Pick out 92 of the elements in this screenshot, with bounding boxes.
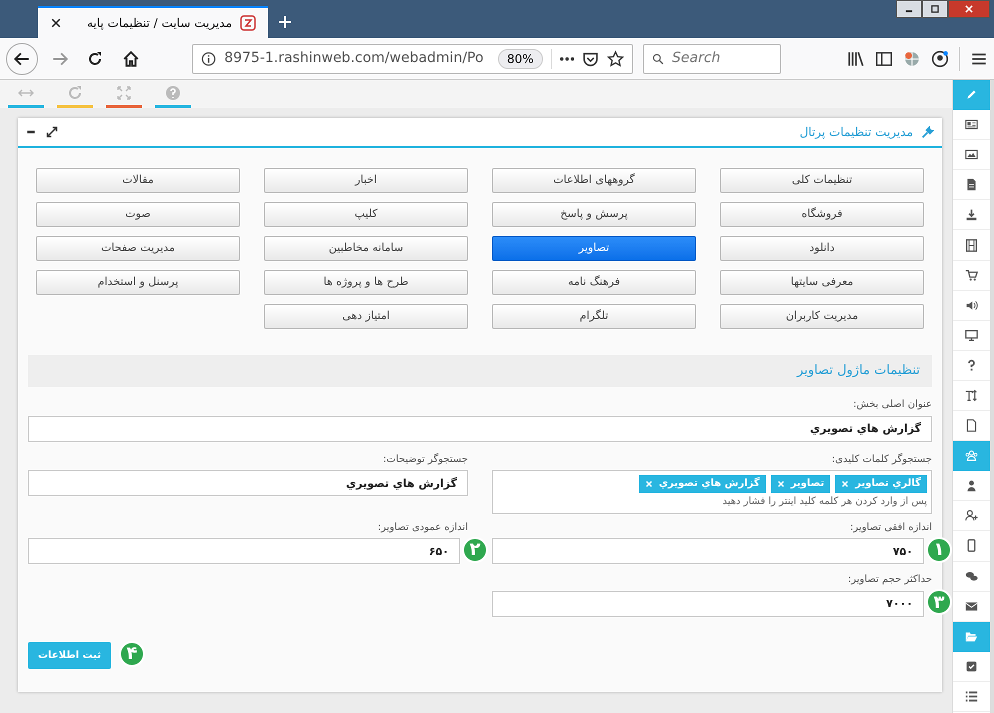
download-icon: [965, 208, 978, 222]
film-icon: [965, 238, 978, 252]
cart-icon: [965, 268, 978, 282]
folder-icon: [965, 630, 978, 643]
module-button[interactable]: تلگرام: [492, 304, 696, 329]
monitor-icon: [965, 328, 978, 342]
search-input[interactable]: Search: [672, 48, 772, 69]
browser-tab[interactable]: مدیریت سایت / تنظیمات پایه: [38, 6, 268, 38]
close-icon: [964, 4, 974, 14]
step-marker: ۱: [926, 536, 952, 562]
plus-icon: [277, 14, 293, 30]
module-button[interactable]: فروشگاه: [720, 202, 924, 227]
field-label: جستجوگر توضیحات:: [382, 452, 468, 466]
module-button[interactable]: پرسنل و استخدام: [36, 270, 240, 295]
module-button[interactable]: مقالات: [36, 168, 240, 193]
blank-page-icon: [965, 419, 978, 432]
maximize-button[interactable]: [922, 0, 948, 18]
hint-text: پس از وارد کردن هر کلمه کلید اینتر را فشار دهید: [721, 494, 927, 508]
description-input[interactable]: گزارش هاي تصويري: [28, 470, 468, 496]
module-button[interactable]: امتیاز دهی: [264, 304, 468, 329]
max-size-input[interactable]: ۷۰۰۰: [492, 590, 924, 616]
globe-icon: [903, 50, 921, 68]
close-icon: [50, 17, 62, 29]
refresh-icon: [67, 84, 83, 100]
module-button[interactable]: سامانه مخاطبین: [264, 236, 468, 261]
close-window-button[interactable]: [948, 0, 990, 18]
section-title: تنظیمات ماژول تصاویر: [797, 362, 920, 380]
envelope-icon: [965, 600, 978, 613]
search-field[interactable]: Search: [643, 44, 781, 74]
checkbox-icon: [965, 660, 978, 673]
user-icon: [965, 479, 978, 492]
module-button[interactable]: فرهنگ نامه: [492, 270, 696, 295]
field-label: اندازه عمودی تصاویر:: [376, 520, 468, 534]
panel-title: مدیریت تنظیمات پرتال: [800, 124, 913, 141]
question-icon: [965, 358, 978, 372]
zoom-badge[interactable]: 80%: [498, 48, 543, 68]
pencil-icon: [965, 88, 978, 102]
id-card-icon: [965, 118, 978, 132]
step-marker: ۳: [926, 589, 952, 615]
image-icon: [965, 148, 978, 162]
module-button[interactable]: گروههای اطلاعات: [492, 168, 696, 193]
minimize-button[interactable]: [896, 0, 922, 18]
width-input[interactable]: ۷۵۰: [492, 538, 924, 564]
list-icon: [965, 690, 978, 703]
module-button[interactable]: پرسش و پاسخ: [492, 202, 696, 227]
maximize-icon: [930, 4, 940, 14]
chat-icon: [965, 570, 978, 583]
address-bar[interactable]: 8975-1.rashinweb.com/webadmin/Po 80%: [192, 44, 633, 74]
step-marker: ۴: [118, 640, 145, 666]
add-user-icon: [965, 509, 978, 522]
info-icon: [201, 50, 216, 66]
module-button[interactable]: مدیریت کاربران: [720, 304, 924, 329]
fullscreen-button[interactable]: [46, 125, 60, 139]
site-logo-icon: [240, 15, 256, 31]
url-text: 8975-1.rashinweb.com/webadmin/Po: [224, 49, 485, 68]
back-button[interactable]: [6, 42, 38, 74]
mobile-icon: [965, 539, 978, 552]
module-button[interactable]: معرفی سایتها: [720, 270, 924, 295]
module-button[interactable]: اخبار: [264, 168, 468, 193]
text-size-icon: [965, 388, 978, 402]
step-marker: ۲: [462, 536, 488, 562]
document-icon: [965, 178, 978, 192]
module-button[interactable]: تنظیمات کلی: [720, 168, 924, 193]
height-input[interactable]: ۶۵۰: [28, 538, 460, 564]
title-input[interactable]: گزارش هاي تصويري: [28, 416, 932, 442]
star-icon: [606, 50, 624, 68]
module-button[interactable]: دانلود: [720, 236, 924, 261]
expand-arrows-icon: [46, 126, 58, 138]
group-icon: [965, 449, 978, 462]
field-label: جستجوگر کلمات کلیدی:: [830, 452, 932, 466]
remove-icon: [644, 480, 653, 488]
remove-icon: [776, 480, 785, 488]
sidebar-icon: [875, 50, 893, 68]
speaker-icon: [965, 298, 978, 312]
library-icon: [847, 50, 865, 68]
module-button[interactable]: کلیپ: [264, 202, 468, 227]
field-label: حداکثر حجم تصاویر:: [846, 573, 932, 587]
home-icon: [122, 50, 140, 68]
back-arrow-icon: [13, 50, 31, 68]
remove-icon: [841, 480, 850, 488]
account-icon: [931, 50, 949, 68]
module-button[interactable]: مدیریت صفحات: [36, 236, 240, 261]
module-button[interactable]: صوت: [36, 202, 240, 227]
field-label: اندازه افقی تصاویر:: [849, 520, 932, 534]
expand-icon: [116, 84, 132, 100]
module-button[interactable]: طرح ها و پروژه ها: [264, 270, 468, 295]
reload-icon: [87, 50, 103, 66]
forward-arrow-icon: [51, 50, 69, 68]
field-label: عنوان اصلی بخش:: [852, 398, 932, 412]
more-dots-icon: [560, 56, 574, 60]
help-icon: [165, 84, 181, 100]
module-button[interactable]: تصاویر: [492, 236, 696, 261]
